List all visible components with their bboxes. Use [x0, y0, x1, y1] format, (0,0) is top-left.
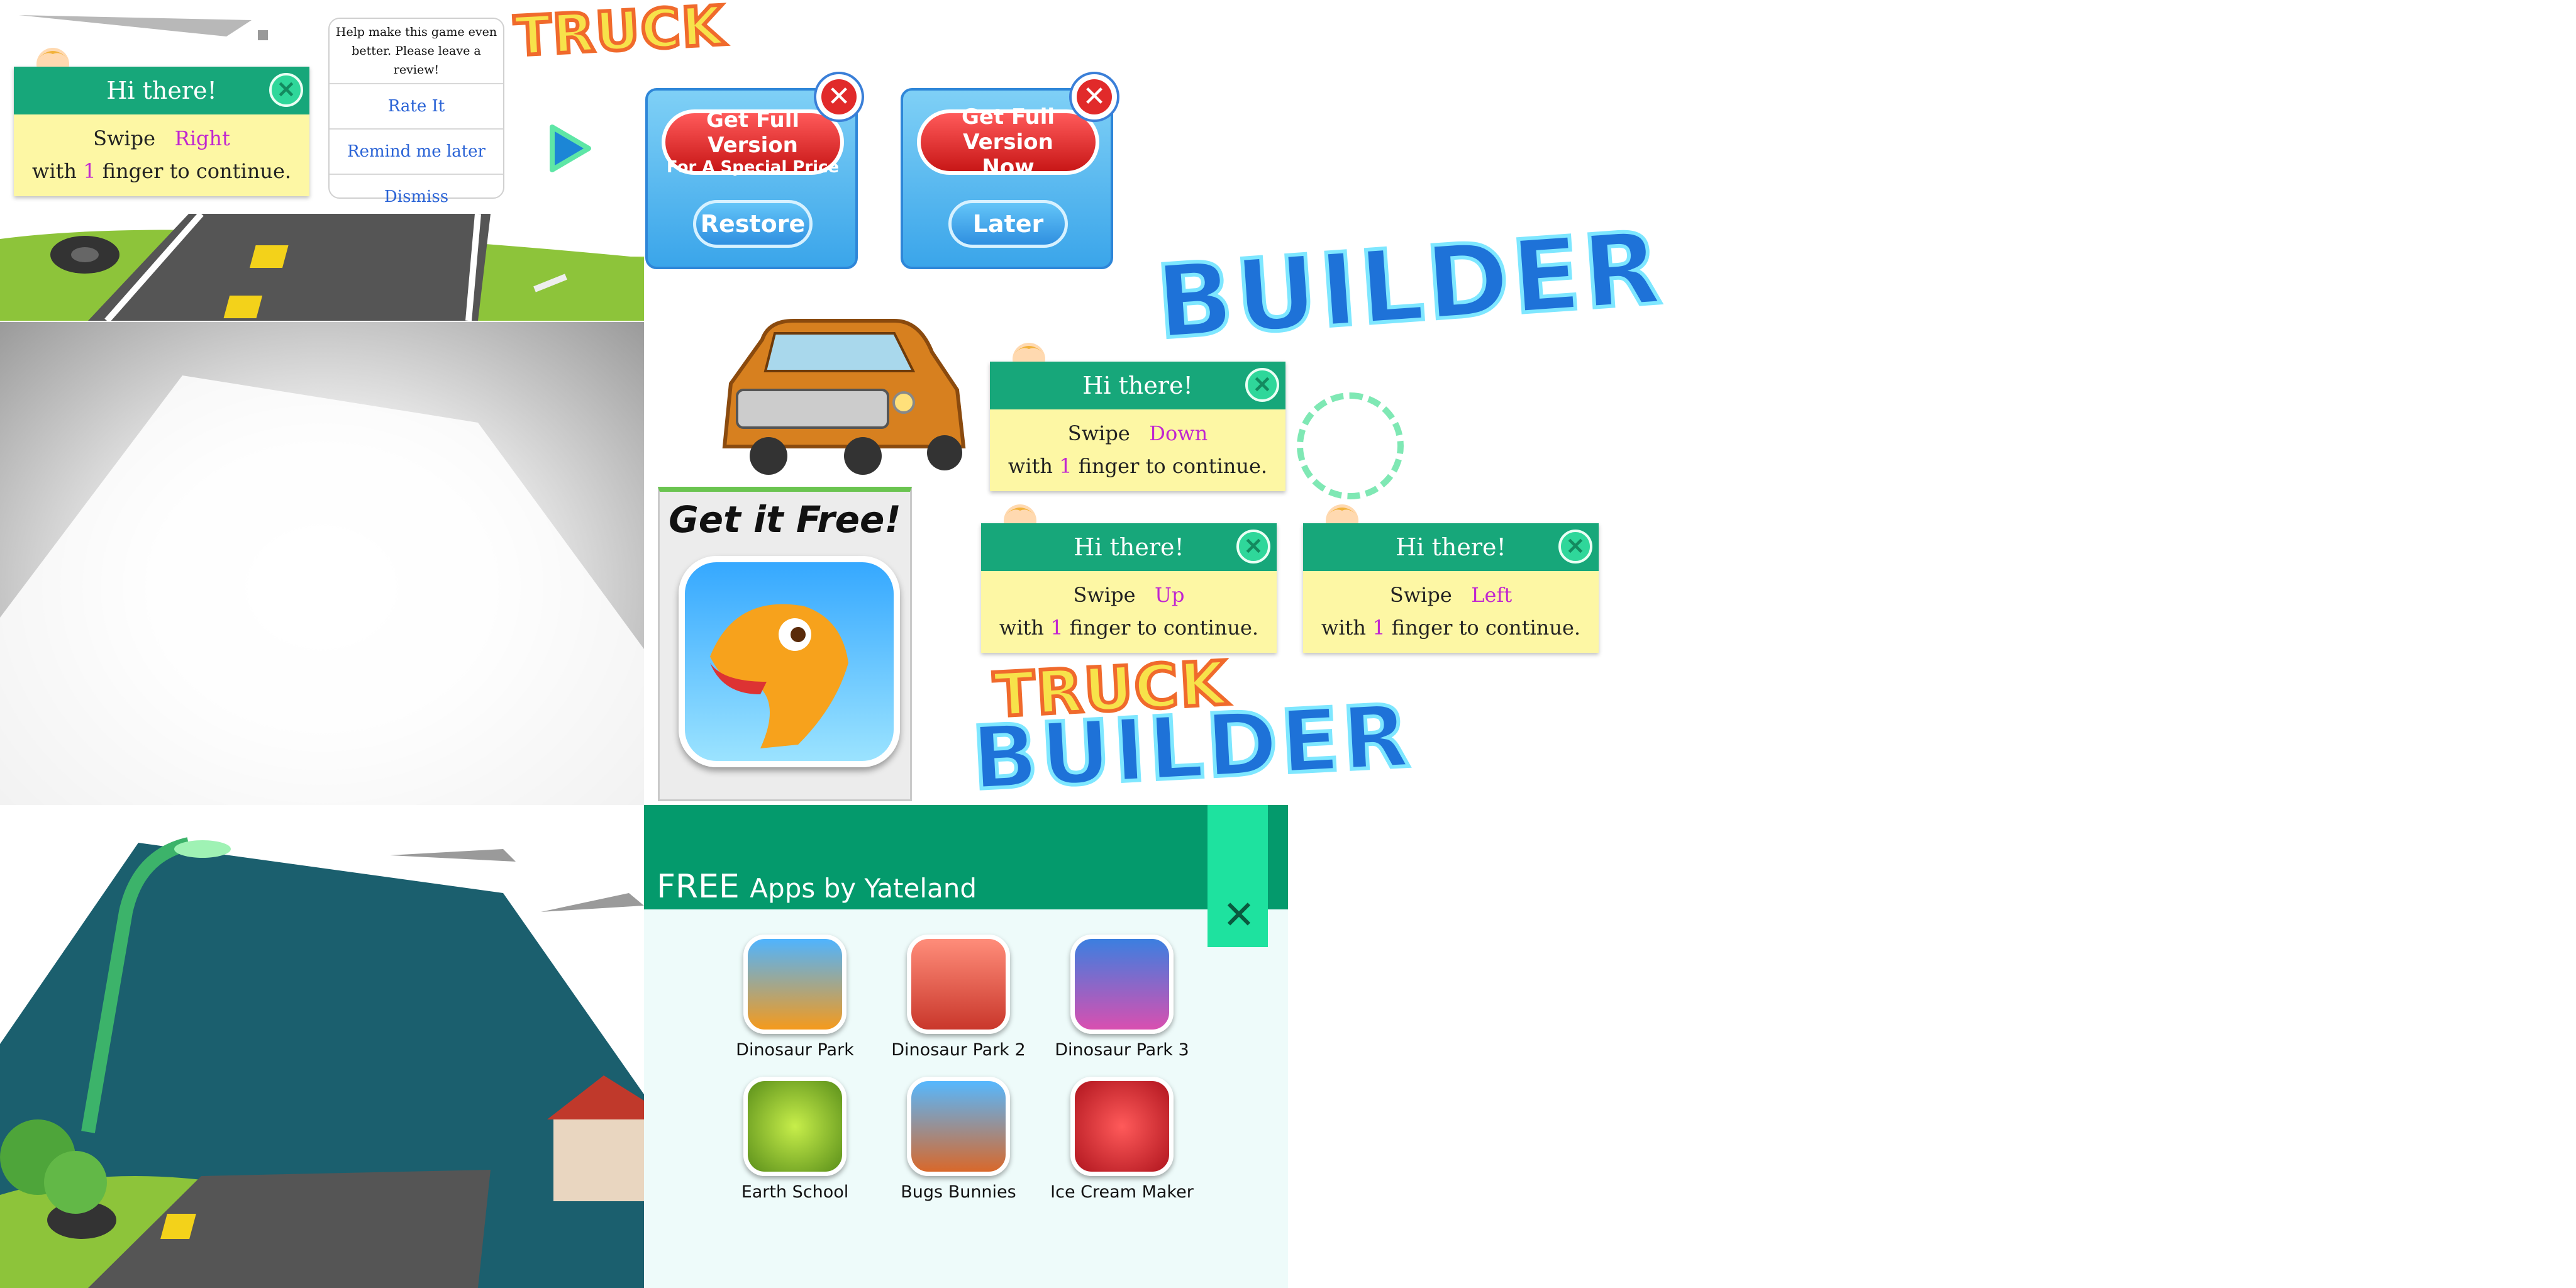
hint-rest: finger to continue. — [1391, 616, 1581, 640]
free-apps-header: FREE Apps by Yateland — [644, 805, 1288, 909]
hint-with-word: with — [1321, 616, 1367, 640]
hint-finger-count: 1 — [1372, 616, 1385, 640]
app-name: Earth School — [741, 1182, 849, 1202]
app-bugs-bunnies[interactable]: Bugs Bunnies — [883, 1077, 1034, 1202]
hint-swipe-word: Swipe — [1067, 421, 1130, 445]
close-icon[interactable]: ✕ — [269, 73, 303, 107]
night-road-scene — [0, 805, 644, 1288]
hint-popup-left: A Hi there! ✕ Swipe Left with 1 finger t… — [1303, 504, 1599, 653]
remind-later-button[interactable]: Remind me later — [330, 130, 503, 175]
app-earth-school[interactable]: Earth School — [719, 1077, 870, 1202]
app-name: Dinosaur Park 2 — [891, 1040, 1026, 1060]
purchase-panel-now: Get Full Version Now Later ✕ — [901, 72, 1119, 269]
hint-title: Hi there! — [106, 77, 217, 104]
pterodactyl-icon[interactable] — [679, 556, 900, 767]
close-icon[interactable]: ✕ — [1245, 368, 1279, 402]
get-it-free-title: Get it Free! — [669, 498, 901, 541]
close-icon[interactable]: ✕ — [1558, 530, 1592, 564]
purchase-panel-special: Get Full Version For A Special Price Res… — [645, 72, 864, 269]
dinosaur-icon[interactable] — [743, 935, 847, 1034]
app-name: Bugs Bunnies — [901, 1182, 1016, 1202]
hint-with-word: with — [31, 159, 77, 183]
top-decor-bar — [19, 11, 268, 40]
restore-button[interactable]: Restore — [693, 200, 813, 248]
purchase-main-label: Get Full Version — [961, 104, 1055, 155]
hint-finger-count: 1 — [83, 159, 96, 183]
monster-icon[interactable] — [1070, 1077, 1174, 1176]
hint-swipe-word: Swipe — [93, 126, 156, 150]
free-apps-title-rest: Apps by Yateland — [750, 873, 977, 904]
review-dialog: Help make this game even better. Please … — [328, 18, 504, 206]
hint-rest: finger to continue. — [1078, 454, 1268, 478]
hint-title: Hi there! — [1074, 533, 1184, 561]
hint-with-word: with — [1008, 454, 1053, 478]
free-apps-title: FREE Apps by Yateland — [657, 868, 977, 906]
hint-title: Hi there! — [1082, 372, 1193, 399]
rate-it-button[interactable]: Rate It — [330, 84, 503, 130]
hint-header: Hi there! ✕ — [990, 362, 1285, 409]
dismiss-button[interactable]: Dismiss — [330, 175, 503, 219]
close-icon[interactable]: ✕ — [814, 72, 864, 122]
hint-direction: Left — [1471, 583, 1513, 607]
app-name: Dinosaur Park 3 — [1055, 1040, 1189, 1060]
truck-icon — [706, 296, 976, 484]
road-scene — [0, 214, 644, 321]
hint-header: Hi there! ✕ — [14, 67, 309, 114]
app-dinosaur-park-2[interactable]: Dinosaur Park 2 — [883, 935, 1034, 1060]
close-icon[interactable]: ✕ — [1223, 896, 1255, 935]
app-ice-cream-maker[interactable]: Ice Cream Maker — [1046, 1077, 1197, 1202]
touch-indicator-circle — [1297, 392, 1404, 499]
get-it-free-panel: Get it Free! — [658, 487, 912, 801]
hint-direction: Up — [1155, 583, 1185, 607]
hint-header: Hi there! ✕ — [1303, 523, 1599, 571]
hint-direction: Down — [1149, 421, 1208, 445]
app-name: Ice Cream Maker — [1050, 1182, 1194, 1202]
triceratops-icon[interactable] — [907, 935, 1010, 1034]
free-apps-panel: FREE Apps by Yateland ✕ Dinosaur Park Di… — [644, 805, 1288, 1288]
close-icon[interactable]: ✕ — [1069, 72, 1119, 122]
hint-popup-down: A Hi there! ✕ Swipe Down with 1 finger t… — [990, 343, 1285, 491]
alien-icon[interactable] — [743, 1077, 847, 1176]
play-icon[interactable] — [543, 123, 594, 174]
hint-header: Hi there! ✕ — [981, 523, 1277, 571]
hint-finger-count: 1 — [1059, 454, 1072, 478]
purchase-sub-label: For A Special Price — [666, 158, 840, 177]
hint-title: Hi there! — [1396, 533, 1506, 561]
hint-body: Swipe Up with 1 finger to continue. — [981, 571, 1277, 644]
logo-builder-large: BUILDER — [1150, 207, 1668, 364]
hint-swipe-word: Swipe — [1389, 583, 1452, 607]
hint-direction: Right — [174, 126, 230, 150]
purchase-main-label: Get Full Version — [706, 108, 800, 158]
hint-with-word: with — [999, 616, 1045, 640]
plesiosaur-icon[interactable] — [1070, 935, 1174, 1034]
hint-body: Swipe Right with 1 finger to continue. — [14, 114, 309, 187]
hint-body: Swipe Down with 1 finger to continue. — [990, 409, 1285, 482]
headlight-scene — [0, 322, 644, 805]
hint-finger-count: 1 — [1050, 616, 1063, 640]
hint-rest: finger to continue. — [1069, 616, 1259, 640]
app-name: Dinosaur Park — [736, 1040, 854, 1060]
get-full-version-now-button[interactable]: Get Full Version Now — [917, 104, 1099, 180]
free-apps-title-bold: FREE — [657, 868, 740, 906]
app-dinosaur-park-3[interactable]: Dinosaur Park 3 — [1046, 935, 1197, 1060]
review-message: Help make this game even better. Please … — [330, 19, 503, 84]
bug-icon[interactable] — [907, 1077, 1010, 1176]
purchase-sub-label: Now — [982, 155, 1035, 180]
close-icon[interactable]: ✕ — [1236, 530, 1270, 564]
get-full-version-special-button[interactable]: Get Full Version For A Special Price — [662, 108, 844, 177]
app-dinosaur-park[interactable]: Dinosaur Park — [719, 935, 870, 1060]
free-apps-close-tab[interactable]: ✕ — [1208, 805, 1268, 947]
hint-body: Swipe Left with 1 finger to continue. — [1303, 571, 1599, 644]
later-button[interactable]: Later — [948, 200, 1068, 248]
hint-swipe-word: Swipe — [1073, 583, 1136, 607]
hint-popup-right: A Hi there! ✕ Swipe Right with 1 finger … — [14, 48, 309, 196]
logo-truck-small: TRUCK — [511, 0, 728, 70]
hint-rest: finger to continue. — [102, 159, 292, 183]
hint-popup-up: A Hi there! ✕ Swipe Up with 1 finger to … — [981, 504, 1277, 653]
